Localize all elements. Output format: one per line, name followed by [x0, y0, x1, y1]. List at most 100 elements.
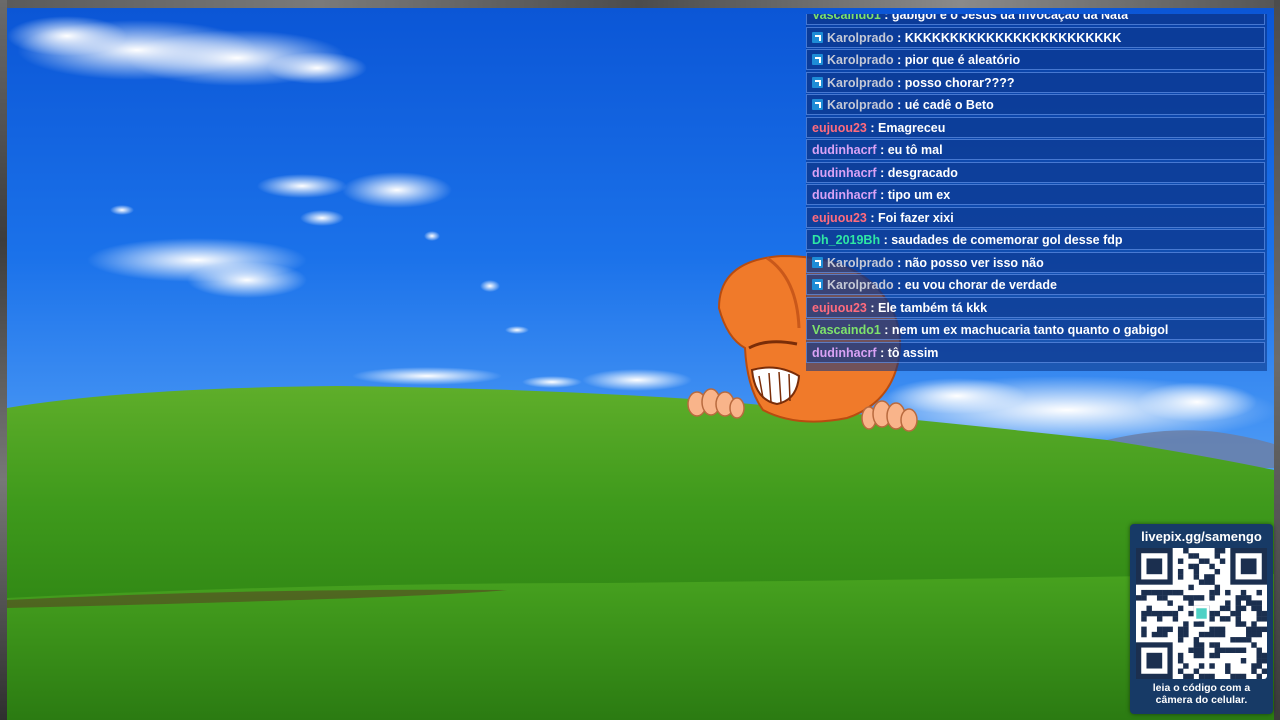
chat-message: eujuou23 : Foi fazer xixi	[806, 206, 1265, 228]
chat-message: dudinhacrf : eu tô mal	[806, 139, 1265, 160]
qr-module	[1209, 616, 1215, 622]
qr-module	[1225, 616, 1231, 622]
qr-module	[1209, 595, 1215, 601]
chat-separator: :	[880, 233, 892, 247]
qr-module	[1198, 647, 1205, 653]
chat-text: eu vou chorar de verdade	[904, 278, 1057, 292]
qr-module	[1162, 589, 1168, 596]
qr-instruction-caption: leia o código com a câmera do celular.	[1130, 682, 1273, 706]
qr-module	[1246, 631, 1252, 638]
qr-module	[1151, 589, 1158, 596]
subscriber-badge-icon	[812, 76, 823, 88]
chat-username[interactable]: Karolprado	[827, 31, 894, 45]
chat-username[interactable]: Vascaindo1	[812, 14, 881, 22]
qr-module	[1256, 605, 1262, 612]
qr-code[interactable]	[1136, 548, 1268, 680]
qr-module	[1156, 626, 1163, 633]
chat-username[interactable]: dudinhacrf	[812, 166, 877, 180]
qr-module	[1214, 568, 1221, 575]
chat-username[interactable]: Karolprado	[827, 76, 894, 90]
live-chat-overlay: Vascaindo1 : gabigol é o Jesus da invoca…	[806, 14, 1267, 371]
qr-module	[1261, 658, 1268, 664]
chat-username[interactable]: dudinhacrf	[812, 188, 877, 202]
qr-module	[1198, 673, 1205, 680]
qr-module	[1188, 584, 1194, 591]
qr-module	[1256, 658, 1262, 664]
background-frame-right	[1274, 0, 1280, 720]
chat-message: dudinhacrf : desgracado	[806, 161, 1265, 183]
chat-text: gabigol é o Jesus da invocação da Nata	[891, 14, 1129, 22]
qr-module	[1256, 663, 1262, 669]
qr-module	[1172, 610, 1179, 617]
chat-username[interactable]: eujuou23	[812, 121, 867, 135]
qr-module	[1246, 600, 1252, 606]
chat-username[interactable]: eujuou23	[812, 301, 867, 315]
chat-username[interactable]: Dh_2019Bh	[812, 233, 880, 247]
chat-separator: :	[876, 165, 888, 180]
chat-username[interactable]: dudinhacrf	[812, 346, 877, 360]
chat-separator: :	[876, 188, 888, 202]
qr-module	[1209, 631, 1215, 638]
chat-text: tipo um ex	[887, 188, 951, 202]
chat-username[interactable]: Karolprado	[827, 98, 894, 112]
qr-module	[1183, 621, 1189, 627]
qr-module	[1230, 673, 1236, 680]
qr-module	[1204, 631, 1210, 638]
qr-module	[1209, 673, 1215, 680]
qr-module	[1177, 631, 1184, 638]
qr-module	[1188, 600, 1194, 606]
chat-username[interactable]: Karolprado	[827, 53, 894, 67]
qr-module	[1177, 652, 1184, 659]
chat-username[interactable]: eujuou23	[812, 211, 867, 225]
qr-module	[1193, 568, 1200, 575]
chat-username[interactable]: Vascaindo1	[812, 323, 881, 337]
qr-module	[1167, 600, 1173, 606]
chat-message: dudinhacrf : tô assim	[806, 341, 1265, 363]
qr-module	[1214, 647, 1221, 653]
chat-username[interactable]: dudinhacrf	[812, 143, 877, 157]
chat-separator: :	[876, 143, 888, 157]
chat-message: dudinhacrf : tipo um ex	[806, 184, 1265, 205]
qr-module	[1235, 673, 1241, 680]
qr-module	[1151, 631, 1158, 638]
qr-module	[1183, 626, 1189, 633]
qr-module	[1251, 663, 1257, 669]
qr-module	[1177, 558, 1184, 564]
qr-module	[1146, 605, 1152, 612]
qr-module	[1177, 589, 1184, 596]
qr-module	[1162, 595, 1168, 601]
qr-module	[1136, 595, 1142, 601]
qr-module	[1183, 673, 1189, 680]
qr-module	[1167, 610, 1173, 617]
qr-module	[1167, 589, 1173, 596]
qr-module	[1240, 658, 1247, 664]
qr-module	[1209, 652, 1215, 659]
qr-caption-line-2: câmera do celular.	[1155, 694, 1248, 706]
qr-module	[1256, 610, 1262, 617]
qr-module	[1198, 558, 1205, 564]
chat-username[interactable]: Karolprado	[827, 256, 894, 270]
qr-module	[1156, 595, 1163, 601]
chat-message: Karolprado : KKKKKKKKKKKKKKKKKKKKKKKK	[806, 26, 1265, 48]
qr-module	[1246, 626, 1252, 633]
qr-module	[1256, 647, 1262, 653]
qr-module	[1177, 605, 1184, 612]
chat-text: Emagreceu	[877, 120, 946, 135]
qr-module	[1141, 610, 1147, 617]
livepix-donation-panel[interactable]: livepix.gg/samengo leia o código com a c…	[1130, 524, 1273, 714]
chat-username[interactable]: Karolprado	[827, 278, 894, 292]
chat-text: Foi fazer xixi	[877, 210, 954, 225]
qr-module	[1246, 637, 1252, 643]
qr-module	[1251, 621, 1257, 627]
qr-finder-center	[1146, 652, 1163, 669]
qr-module	[1193, 595, 1200, 601]
qr-module	[1261, 610, 1268, 617]
qr-module	[1146, 589, 1152, 596]
qr-module	[1193, 652, 1200, 659]
subscriber-badge-icon	[812, 256, 823, 268]
qr-module	[1235, 605, 1241, 612]
qr-module	[1240, 595, 1247, 601]
background-frame-top	[0, 0, 1280, 8]
qr-module	[1177, 658, 1184, 664]
qr-module	[1214, 652, 1221, 659]
